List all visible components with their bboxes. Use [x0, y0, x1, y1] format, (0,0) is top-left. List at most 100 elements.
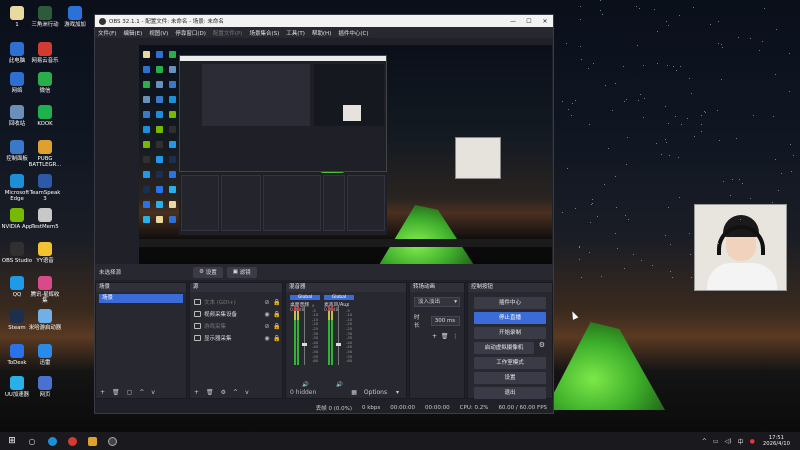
netease-music-icon[interactable]: [64, 434, 80, 448]
menu-item[interactable]: 工具(T): [286, 29, 305, 37]
source-label: 游戏采集: [204, 324, 227, 330]
visibility-icon[interactable]: ⊘: [262, 323, 272, 330]
add-source-icon[interactable]: +: [194, 389, 199, 396]
desktop-icon[interactable]: KOOK: [28, 105, 62, 127]
move-up-icon[interactable]: ^: [233, 389, 238, 396]
visibility-icon[interactable]: ⊘: [262, 299, 272, 306]
visibility-icon[interactable]: ◉: [262, 311, 272, 318]
edge-icon[interactable]: [44, 434, 60, 448]
search-icon[interactable]: ○: [24, 434, 40, 448]
move-down-icon[interactable]: v: [151, 389, 155, 396]
menu-item[interactable]: 编辑(E): [123, 29, 142, 37]
menu-item[interactable]: 插件中心(C): [338, 29, 368, 37]
move-down-icon[interactable]: v: [245, 389, 249, 396]
preview-canvas[interactable]: [139, 45, 552, 278]
start-button[interactable]: ⊞: [4, 434, 20, 448]
menu-item[interactable]: 文件(F): [98, 29, 116, 37]
desktop-icon-label: 三角洲行动: [31, 22, 59, 28]
more-icon[interactable]: ⋮: [452, 333, 458, 340]
desktop-icon[interactable]: TestMem5: [28, 208, 62, 230]
control-button[interactable]: 设置: [474, 372, 546, 384]
preview-webcam: [455, 137, 501, 179]
stream-time: 00:00:00: [390, 405, 415, 411]
source-item[interactable]: 显示器采集 ◉ 🔒: [190, 332, 282, 344]
control-button[interactable]: 启动虚拟摄像机: [474, 342, 534, 354]
minimize-icon[interactable]: —: [505, 18, 521, 25]
bitrate: 0 kbps: [361, 405, 381, 411]
source-item[interactable]: 游戏采集 ⊘ 🔒: [190, 320, 282, 332]
meter-scale-tick: -60: [312, 358, 319, 364]
filters-button[interactable]: ▣ 滤镜: [226, 266, 257, 278]
lock-icon[interactable]: 🔒: [272, 323, 282, 330]
antivirus-icon[interactable]: ●: [750, 438, 755, 445]
desktop-icon[interactable]: 迅雷: [28, 344, 62, 366]
menu-item[interactable]: 视图(V): [149, 29, 168, 37]
gear-icon[interactable]: ⚙: [221, 389, 226, 396]
pubg-icon[interactable]: [84, 434, 100, 448]
fader-knob[interactable]: [336, 343, 341, 346]
options-button[interactable]: Options ▾: [364, 389, 399, 396]
trash-icon[interactable]: 🗑: [112, 389, 120, 396]
menu-item[interactable]: 配置文件(P): [213, 29, 243, 37]
desktop-icon-label: 米哈游启动器: [28, 325, 62, 331]
filter-icon[interactable]: ▢: [127, 389, 133, 396]
properties-button[interactable]: ⚙ 设置: [193, 266, 223, 278]
fader-knob[interactable]: [302, 343, 307, 346]
menu-item[interactable]: 帮助(H): [312, 29, 331, 37]
lock-icon[interactable]: 🔒: [272, 311, 282, 318]
duration-input[interactable]: 300 ms: [430, 316, 460, 326]
controls-dock: 控制按钮 插件中心 停止直播 开始录制 启动虚拟摄像机 ⚙ 工作室模式 设置 退出: [467, 282, 553, 399]
desktop-icon[interactable]: 腾讯·星辉收集: [28, 276, 62, 304]
visibility-icon[interactable]: ◉: [262, 335, 272, 342]
volume-fader[interactable]: [304, 305, 305, 365]
desktop-icon[interactable]: TeamSpeak 3: [28, 174, 62, 202]
app-icon: [10, 140, 24, 154]
add-icon[interactable]: +: [432, 333, 437, 340]
volume-icon[interactable]: ◁): [725, 438, 732, 445]
menu-item[interactable]: 停靠窗口(D): [175, 29, 206, 37]
desktop-icon[interactable]: 游戏加加: [58, 6, 92, 28]
maximize-icon[interactable]: ☐: [521, 18, 537, 25]
desktop-icon[interactable]: YY语音: [28, 242, 62, 264]
rec-time: 00:00:00: [424, 405, 450, 411]
control-button[interactable]: 退出: [474, 387, 546, 399]
menu-item[interactable]: 场景集合(S): [249, 29, 279, 37]
lock-icon[interactable]: 🔒: [272, 335, 282, 342]
desktop-icon[interactable]: 微信: [28, 72, 62, 94]
scene-item[interactable]: 场景: [99, 294, 183, 303]
add-icon[interactable]: +: [100, 389, 105, 396]
virtual-camera-settings-icon[interactable]: ⚙: [539, 341, 545, 349]
menu-bar: 文件(F) 编辑(E) 视图(V) 停靠窗口(D) 配置文件(P) 场景集合(S) 工具(T…: [95, 27, 553, 38]
trash-icon[interactable]: 🗑: [441, 333, 449, 340]
app-icon: [38, 6, 52, 20]
close-icon[interactable]: ✕: [537, 18, 553, 25]
transitions-dock: 转场动画 淡入淡出 ▾ 时长 300 ms + 🗑 ⋮: [409, 282, 465, 399]
desktop-icon[interactable]: 三角洲行动: [28, 6, 62, 28]
control-button[interactable]: 开始录制: [474, 327, 546, 339]
trash-icon[interactable]: 🗑: [206, 389, 214, 396]
desktop-icon[interactable]: PUBG BATTLEGR...: [28, 140, 62, 168]
mixer-dock: 混音器 Global 桌面音频 0.0 dB 0-5-10-15-20-25-3…: [285, 282, 407, 399]
desktop-icon[interactable]: 网页: [28, 376, 62, 398]
clock[interactable]: 17:51 2026/4/10: [763, 435, 790, 447]
obs-taskbar-icon[interactable]: [104, 434, 120, 448]
sources-header: 源: [190, 283, 282, 292]
language-indicator[interactable]: 中: [738, 437, 744, 446]
source-item[interactable]: 视频采集设备 ◉ 🔒: [190, 308, 282, 320]
transition-select[interactable]: 淡入淡出 ▾: [414, 297, 460, 307]
control-button[interactable]: 工作室模式: [474, 357, 546, 369]
desktop-icon[interactable]: 米哈游启动器: [28, 309, 62, 331]
desktop-icon-label: 游戏加加: [64, 22, 86, 28]
system-tray: ^ ▭ ◁) 中 ● 17:51 2026/4/10: [696, 435, 800, 447]
control-button[interactable]: 停止直播: [474, 312, 546, 324]
chevron-up-icon[interactable]: ^: [702, 438, 707, 445]
source-item[interactable]: 文本 (GDI+) ⊘ 🔒: [190, 296, 282, 308]
move-up-icon[interactable]: ^: [139, 389, 144, 396]
grid-icon[interactable]: ▦: [351, 389, 357, 396]
volume-fader[interactable]: [338, 305, 339, 365]
network-icon[interactable]: ▭: [713, 438, 719, 445]
desktop-icon[interactable]: 网易云音乐: [28, 42, 62, 64]
control-button[interactable]: 插件中心: [474, 297, 546, 309]
lock-icon[interactable]: 🔒: [272, 299, 282, 306]
meter-scale-tick: -60: [346, 358, 353, 364]
